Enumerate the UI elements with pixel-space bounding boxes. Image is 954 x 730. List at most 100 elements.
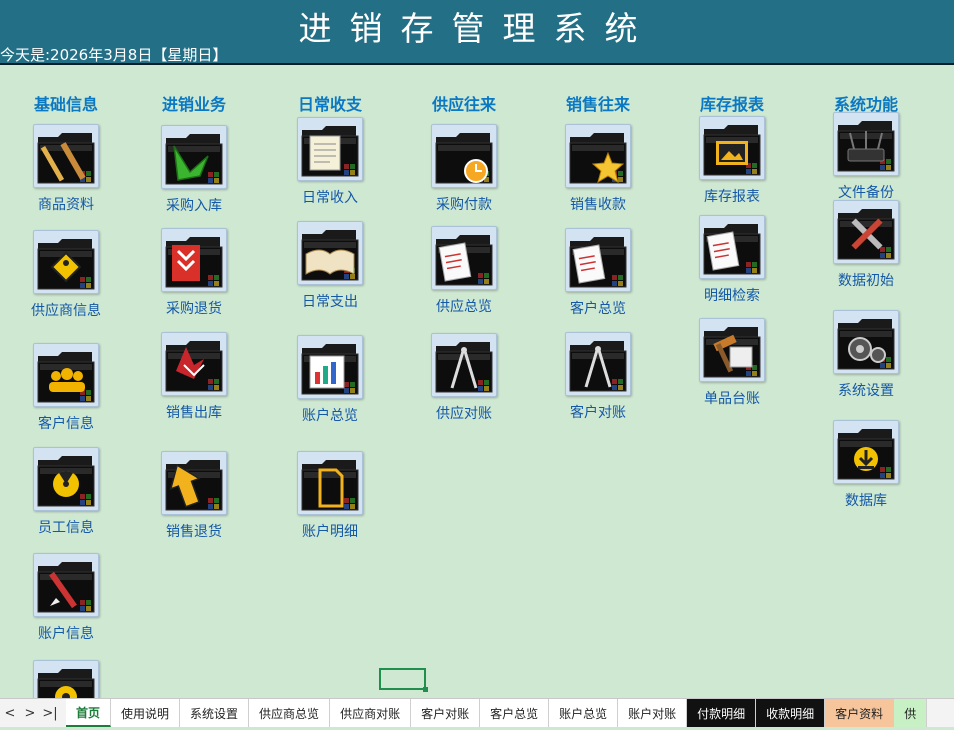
menu-tile-label[interactable]: 销售收款	[538, 194, 658, 214]
pen-folder-icon[interactable]	[33, 553, 99, 617]
menu-tile-label[interactable]: 账户明细	[270, 521, 390, 541]
menu-tile[interactable]: 文件备份	[806, 112, 926, 202]
people-folder-icon[interactable]	[33, 343, 99, 407]
star-folder-icon[interactable]	[565, 124, 631, 188]
menu-tile[interactable]: 日常支出	[270, 221, 390, 311]
hammer-folder-icon[interactable]	[699, 318, 765, 382]
pencil-ruler-folder-icon[interactable]	[33, 124, 99, 188]
sheet-tab[interactable]: 供应商总览	[249, 699, 331, 727]
sheet-tab[interactable]: 账户对账	[618, 699, 688, 727]
sheet-tab[interactable]: 系统设置	[180, 699, 250, 727]
menu-tile[interactable]: 日常收入	[270, 117, 390, 207]
sheet-tab[interactable]: 付款明细	[687, 699, 757, 727]
pedestrian-folder-icon[interactable]	[33, 230, 99, 294]
sheet-tab[interactable]: 首页	[66, 699, 112, 727]
menu-tile[interactable]: 商品资料	[6, 124, 126, 214]
menu-tile-label[interactable]: 日常收入	[270, 187, 390, 207]
pages-folder-icon[interactable]	[699, 215, 765, 279]
menu-tile-label[interactable]: 采购入库	[134, 195, 254, 215]
menu-tile[interactable]: 供应对账	[404, 333, 524, 423]
menu-tile[interactable]: 系统设置	[806, 310, 926, 400]
pages-folder-icon[interactable]	[431, 226, 497, 290]
book-folder-icon[interactable]	[297, 221, 363, 285]
menu-tile[interactable]: 销售收款	[538, 124, 658, 214]
menu-tile-label[interactable]: 账户总览	[270, 405, 390, 425]
menu-tile-label[interactable]: 员工信息	[6, 517, 126, 537]
menu-tile[interactable]: 销售退货	[134, 451, 254, 541]
compass-folder-icon[interactable]	[431, 333, 497, 397]
gears-folder-icon[interactable]	[833, 310, 899, 374]
menu-tile-label[interactable]: 客户总览	[538, 298, 658, 318]
sheet-tab[interactable]: 供应商对账	[330, 699, 412, 727]
menu-tile-label[interactable]: 供应商信息	[6, 300, 126, 320]
menu-tile-label[interactable]: 供应对账	[404, 403, 524, 423]
network-folder-icon[interactable]	[833, 112, 899, 176]
red-arrow-folder-icon[interactable]	[161, 228, 227, 292]
app-title: 进销存管理系统	[298, 9, 656, 48]
menu-tile-label[interactable]: 账户信息	[6, 623, 126, 643]
menu-tile-label[interactable]: 数据库	[806, 490, 926, 510]
menu-tile[interactable]: 销售出库	[134, 332, 254, 422]
menu-tile[interactable]: 供应商信息	[6, 230, 126, 320]
menu-tile[interactable]: 客户信息	[6, 343, 126, 433]
compass-folder-icon[interactable]	[565, 332, 631, 396]
sheet-tab[interactable]: 使用说明	[111, 699, 181, 727]
yellow-arrow-folder-icon[interactable]	[161, 451, 227, 515]
menu-tile-label[interactable]: 供应总览	[404, 296, 524, 316]
picture-folder-icon[interactable]	[699, 116, 765, 180]
menu-tile-label[interactable]: 数据初始	[806, 270, 926, 290]
document-folder-icon[interactable]	[297, 451, 363, 515]
menu-tile-label[interactable]: 销售出库	[134, 402, 254, 422]
menu-tile-label[interactable]: 库存报表	[672, 186, 792, 206]
menu-tile-label[interactable]: 系统设置	[806, 380, 926, 400]
sheet-tab[interactable]: 客户总览	[480, 699, 550, 727]
menu-tile[interactable]: 数据库	[806, 420, 926, 510]
column-title: 进销业务	[161, 95, 226, 114]
radiation-folder-icon[interactable]	[33, 447, 99, 511]
menu-tile[interactable]: 客户对账	[538, 332, 658, 422]
sheet-tab[interactable]: 客户资料	[825, 699, 895, 727]
chart-folder-icon[interactable]	[297, 335, 363, 399]
menu-tile[interactable]: 客户总览	[538, 228, 658, 318]
sheet-tab[interactable]: 供	[894, 699, 928, 727]
clock-folder-icon[interactable]	[431, 124, 497, 188]
green-arrow-folder-icon[interactable]	[161, 125, 227, 189]
menu-tile[interactable]: 采购付款	[404, 124, 524, 214]
red-star-folder-icon[interactable]	[161, 332, 227, 396]
menu-tile-label[interactable]: 采购退货	[134, 298, 254, 318]
column-title: 销售往来	[565, 95, 630, 114]
menu-tile[interactable]: 单品台账	[672, 318, 792, 408]
menu-tile-label[interactable]: 商品资料	[6, 194, 126, 214]
column-title: 供应往来	[431, 95, 496, 114]
menu-tile[interactable]: 供应总览	[404, 226, 524, 316]
menu-tile[interactable]: 库存报表	[672, 116, 792, 206]
sheet-tab[interactable]: 账户总览	[549, 699, 619, 727]
menu-tile-label[interactable]: 明细检索	[672, 285, 792, 305]
notepad-folder-icon[interactable]	[297, 117, 363, 181]
menu-tile[interactable]: 数据初始	[806, 200, 926, 290]
selected-cell[interactable]	[379, 668, 428, 692]
sheet-tab[interactable]: 客户对账	[411, 699, 481, 727]
download-folder-icon[interactable]	[833, 420, 899, 484]
menu-tile[interactable]: 采购入库	[134, 125, 254, 215]
menu-tile-label[interactable]: 采购付款	[404, 194, 524, 214]
menu-tile[interactable]: 采购退货	[134, 228, 254, 318]
menu-tile-label[interactable]: 日常支出	[270, 291, 390, 311]
menu-tile-label[interactable]: 销售退货	[134, 521, 254, 541]
menu-tile[interactable]: 账户明细	[270, 451, 390, 541]
pages-folder-icon[interactable]	[565, 228, 631, 292]
menu-tile-label[interactable]: 单品台账	[672, 388, 792, 408]
menu-tile[interactable]: 明细检索	[672, 215, 792, 305]
menu-tile-label[interactable]: 客户对账	[538, 402, 658, 422]
sheet-tabs: 首页 使用说明 系统设置 供应商总览 供应商对账 客户对账 客户总览 账户总览 账户对账 付款明细…	[66, 699, 928, 727]
next-sheet-button[interactable]: >	[20, 699, 40, 727]
menu-tile[interactable]: 账户总览	[270, 335, 390, 425]
menu-tile-label[interactable]: 客户信息	[6, 413, 126, 433]
sheet-tab[interactable]: 收款明细	[756, 699, 826, 727]
tools-folder-icon[interactable]	[833, 200, 899, 264]
menu-tile[interactable]: 账户信息	[6, 553, 126, 643]
last-sheet-button[interactable]: >|	[40, 699, 60, 727]
first-sheet-button[interactable]: <	[0, 699, 20, 727]
menu-tile[interactable]: 员工信息	[6, 447, 126, 537]
menu-tile-label[interactable]: 文件备份	[806, 182, 926, 202]
